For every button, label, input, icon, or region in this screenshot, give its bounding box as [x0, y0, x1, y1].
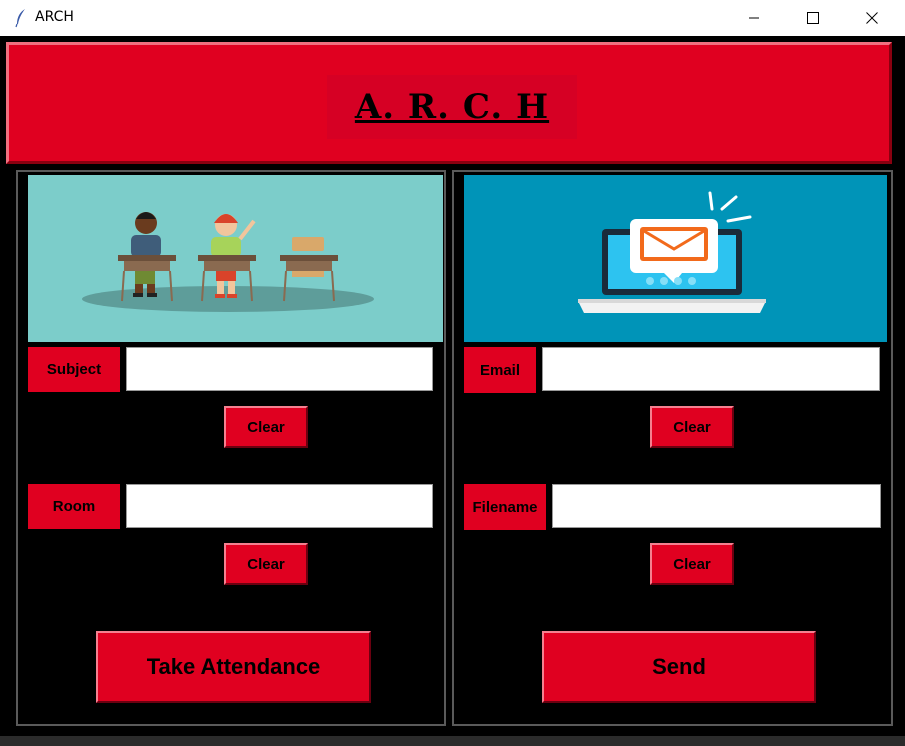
clear-room-button[interactable]: Clear [224, 543, 308, 585]
maximize-icon [807, 12, 819, 24]
clear-email-button[interactable]: Clear [650, 406, 734, 448]
subject-input[interactable] [126, 347, 433, 391]
classroom-illustration [28, 175, 443, 342]
close-button[interactable] [843, 0, 901, 36]
minimize-icon [749, 17, 759, 19]
clear-filename-button[interactable]: Clear [650, 543, 734, 585]
email-input[interactable] [542, 347, 880, 391]
maximize-button[interactable] [784, 0, 842, 36]
filename-input[interactable] [552, 484, 881, 528]
classroom-students-illustration [82, 212, 374, 312]
window-bottom-edge [0, 736, 905, 746]
email-label: Email [464, 347, 536, 393]
filename-label: Filename [464, 484, 546, 530]
subject-label: Subject [28, 347, 120, 392]
laptop-email-notification-illustration [578, 191, 766, 313]
window-titlebar: ARCH [0, 0, 905, 36]
email-illustration [464, 175, 887, 342]
room-label: Room [28, 484, 120, 529]
take-attendance-button[interactable]: Take Attendance [96, 631, 371, 703]
page-title: A. R. C. H [354, 87, 550, 127]
window-title: ARCH [35, 9, 74, 25]
header-banner: A. R. C. H [6, 42, 892, 164]
feather-icon [15, 9, 25, 28]
send-button[interactable]: Send [542, 631, 816, 703]
clear-subject-button[interactable]: Clear [224, 406, 308, 448]
minimize-button[interactable] [725, 0, 783, 36]
close-icon [866, 12, 878, 24]
room-input[interactable] [126, 484, 433, 528]
header-title-box: A. R. C. H [327, 75, 577, 139]
